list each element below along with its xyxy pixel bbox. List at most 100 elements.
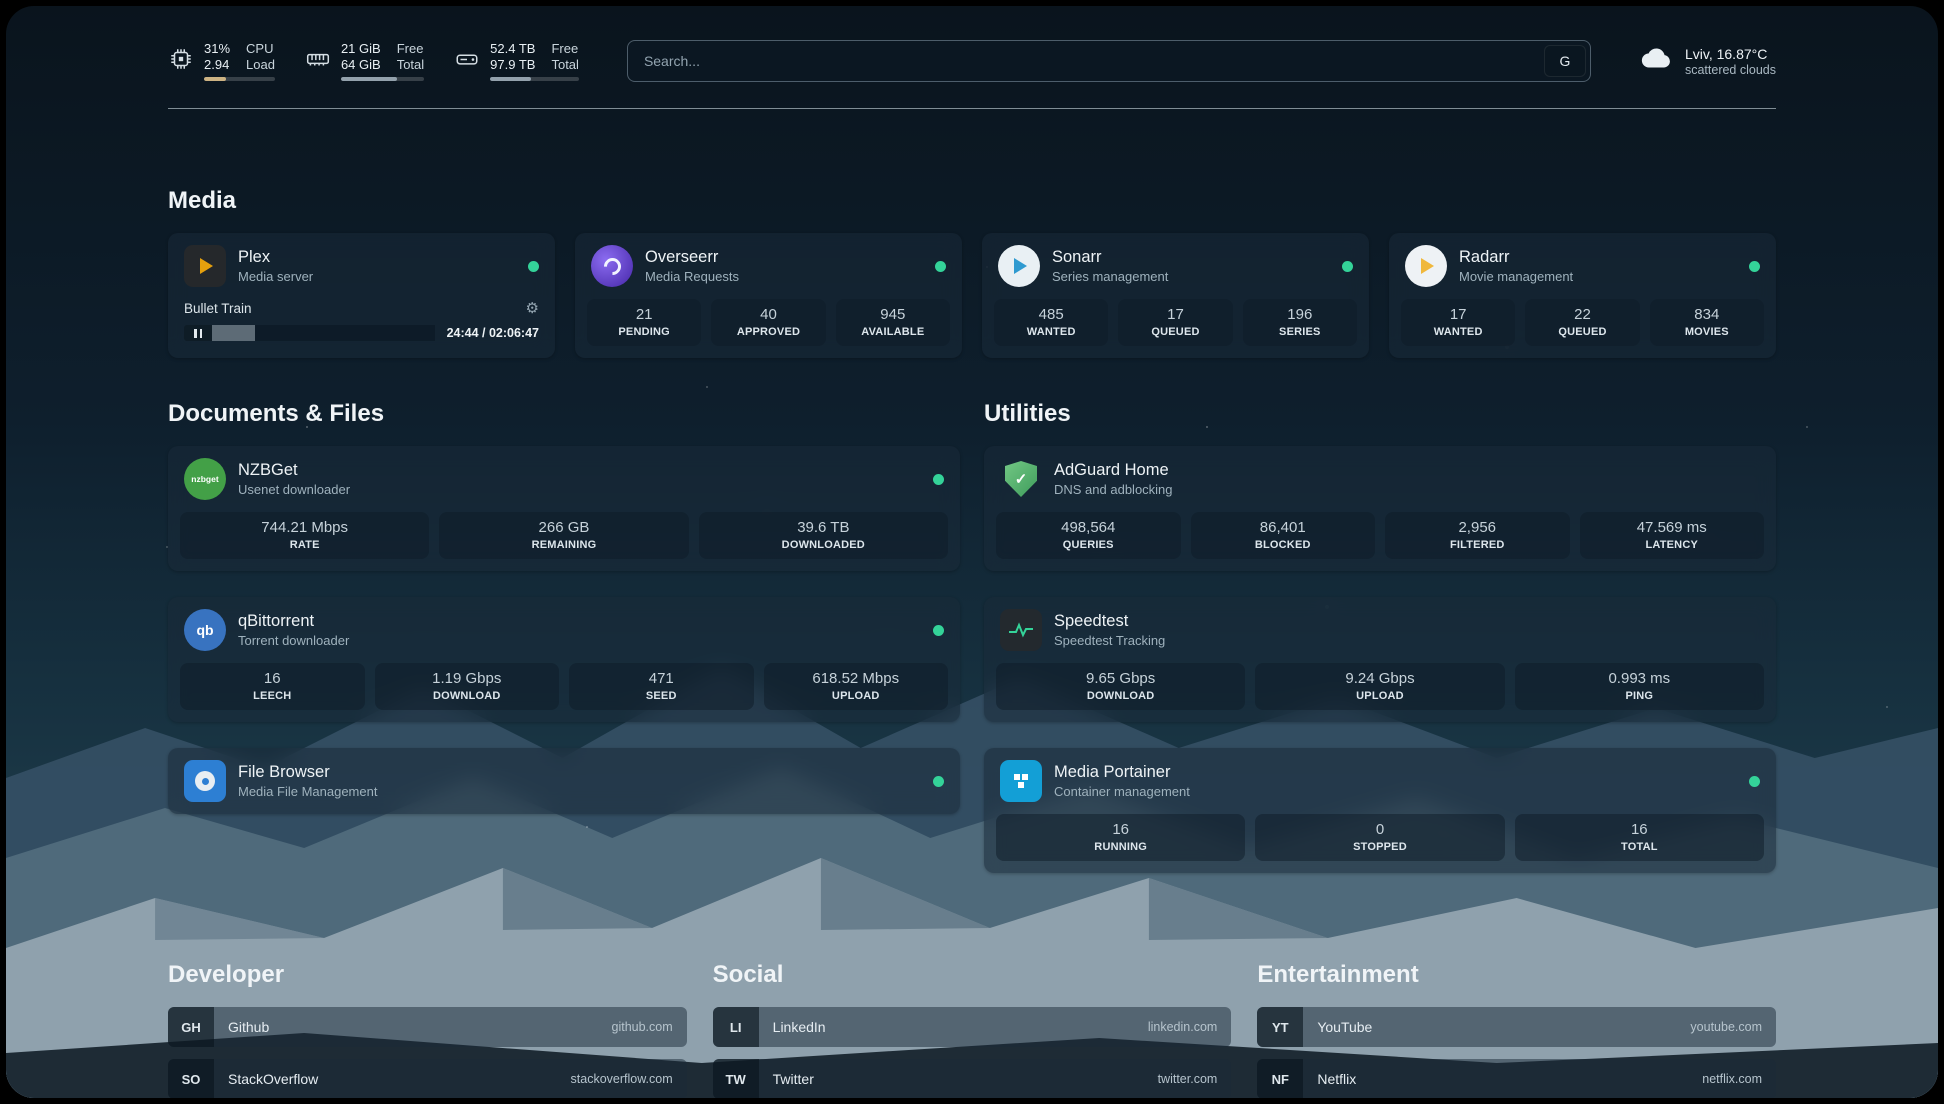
service-card-radarr[interactable]: Radarr Movie management 17 WANTED 22 QUE…	[1389, 233, 1776, 358]
documents-section-title: Documents & Files	[168, 400, 960, 428]
bookmark-linkedin[interactable]: LI LinkedIn linkedin.com	[713, 1007, 1232, 1047]
memory-icon	[305, 46, 331, 77]
bookmark-abbr: LI	[713, 1007, 759, 1047]
stat-latency: 47.569 ms LATENCY	[1580, 512, 1765, 559]
service-name: Speedtest	[1054, 612, 1165, 631]
playback-time: 24:44 / 02:06:47	[447, 326, 539, 340]
disk-total-label: Total	[551, 57, 578, 72]
disk-free: 52.4 TB	[490, 41, 535, 56]
playback-progress-bar[interactable]	[212, 325, 435, 341]
service-card-sonarr[interactable]: Sonarr Series management 485 WANTED 17 Q…	[982, 233, 1369, 358]
bookmark-name: StackOverflow	[214, 1071, 318, 1087]
service-name: Media Portainer	[1054, 763, 1190, 782]
cpu-percent: 31%	[204, 41, 230, 56]
service-name: AdGuard Home	[1054, 461, 1173, 480]
service-card-qbittorrent[interactable]: qb qBittorrent Torrent downloader 16 LEE…	[168, 597, 960, 722]
memory-widget: 21 GiB Free 64 GiB Total	[305, 41, 424, 81]
service-card-speedtest[interactable]: Speedtest Speedtest Tracking 9.65 Gbps D…	[984, 597, 1776, 722]
stat-queries: 498,564 QUERIES	[996, 512, 1181, 559]
qbittorrent-icon: qb	[184, 609, 226, 651]
service-description: Speedtest Tracking	[1054, 633, 1165, 648]
service-description: Container management	[1054, 784, 1190, 799]
service-card-adguard[interactable]: ✓ AdGuard Home DNS and adblocking 498,56…	[984, 446, 1776, 571]
stat-upload: 9.24 Gbps UPLOAD	[1255, 663, 1504, 710]
radarr-icon	[1405, 245, 1447, 287]
bookmark-domain: stackoverflow.com	[571, 1072, 687, 1086]
bookmark-domain: netflix.com	[1702, 1072, 1776, 1086]
status-dot	[1342, 261, 1353, 272]
bookmark-name: Github	[214, 1019, 269, 1035]
service-description: Media File Management	[238, 784, 377, 799]
bookmark-domain: linkedin.com	[1148, 1020, 1231, 1034]
topbar-divider	[168, 108, 1776, 109]
nzbget-icon: nzbget	[184, 458, 226, 500]
stat-wanted: 17 WANTED	[1401, 299, 1515, 346]
weather-condition: scattered clouds	[1685, 63, 1776, 77]
stat-upload: 618.52 Mbps UPLOAD	[764, 663, 949, 710]
stat-rate: 744.21 Mbps RATE	[180, 512, 429, 559]
pause-button[interactable]	[184, 325, 212, 341]
bookmark-youtube[interactable]: YT YouTube youtube.com	[1257, 1007, 1776, 1047]
service-card-nzbget[interactable]: nzbget NZBGet Usenet downloader 744.21 M…	[168, 446, 960, 571]
disk-icon	[454, 46, 480, 77]
cpu-load-label: Load	[246, 57, 275, 72]
service-name: Radarr	[1459, 248, 1573, 267]
service-card-filebrowser[interactable]: File Browser Media File Management	[168, 748, 960, 814]
gear-icon[interactable]: ⚙	[526, 299, 539, 317]
service-name: Plex	[238, 248, 313, 267]
stat-download: 1.19 Gbps DOWNLOAD	[375, 663, 560, 710]
cpu-icon	[168, 46, 194, 77]
weather-widget: Lviv, 16.87°C scattered clouds	[1639, 45, 1776, 77]
social-section-title: Social	[713, 961, 1232, 989]
search-bar: G	[627, 40, 1591, 82]
bookmark-netflix[interactable]: NF Netflix netflix.com	[1257, 1059, 1776, 1098]
cpu-load: 2.94	[204, 57, 230, 72]
status-dot	[933, 474, 944, 485]
section-media: Media Plex Media server Bullet Tra	[168, 187, 1776, 358]
service-name: qBittorrent	[238, 612, 349, 631]
now-playing-title: Bullet Train	[184, 301, 252, 316]
sonarr-icon	[998, 245, 1040, 287]
search-provider-button[interactable]: G	[1544, 45, 1586, 77]
weather-location: Lviv, 16.87°C	[1685, 46, 1776, 62]
disk-widget: 52.4 TB Free 97.9 TB Total	[454, 41, 579, 81]
service-description: Series management	[1052, 269, 1168, 284]
stat-running: 16 RUNNING	[996, 814, 1245, 861]
stat-available: 945 AVAILABLE	[836, 299, 950, 346]
memory-usage-bar	[341, 77, 424, 81]
bookmark-abbr: SO	[168, 1059, 214, 1098]
stat-wanted: 485 WANTED	[994, 299, 1108, 346]
stat-leech: 16 LEECH	[180, 663, 365, 710]
cpu-widget: 31% CPU 2.94 Load	[168, 41, 275, 81]
service-description: Media server	[238, 269, 313, 284]
bookmark-name: LinkedIn	[759, 1019, 826, 1035]
service-name: Overseerr	[645, 248, 739, 267]
bookmark-twitter[interactable]: TW Twitter twitter.com	[713, 1059, 1232, 1098]
stat-blocked: 86,401 BLOCKED	[1191, 512, 1376, 559]
memory-free: 21 GiB	[341, 41, 381, 56]
bookmark-abbr: GH	[168, 1007, 214, 1047]
resource-widgets: 31% CPU 2.94 Load	[168, 41, 579, 81]
stat-total: 16 TOTAL	[1515, 814, 1764, 861]
stat-seed: 471 SEED	[569, 663, 754, 710]
stat-downloaded: 39.6 TB DOWNLOADED	[699, 512, 948, 559]
service-card-overseerr[interactable]: Overseerr Media Requests 21 PENDING 40 A…	[575, 233, 962, 358]
stat-movies: 834 MOVIES	[1650, 299, 1764, 346]
service-card-portainer[interactable]: Media Portainer Container management 16 …	[984, 748, 1776, 873]
cpu-label: CPU	[246, 41, 275, 56]
service-description: DNS and adblocking	[1054, 482, 1173, 497]
stat-filtered: 2,956 FILTERED	[1385, 512, 1570, 559]
service-description: Torrent downloader	[238, 633, 349, 648]
search-input[interactable]	[627, 40, 1591, 82]
memory-total: 64 GiB	[341, 57, 381, 72]
section-utilities: Utilities ✓ AdGuard Home DNS and adblock…	[984, 400, 1776, 873]
memory-free-label: Free	[397, 41, 424, 56]
cpu-usage-bar	[204, 77, 275, 81]
bookmark-github[interactable]: GH Github github.com	[168, 1007, 687, 1047]
bookmark-name: Netflix	[1303, 1071, 1356, 1087]
stat-download: 9.65 Gbps DOWNLOAD	[996, 663, 1245, 710]
memory-total-label: Total	[397, 57, 424, 72]
stat-remaining: 266 GB REMAINING	[439, 512, 688, 559]
service-card-plex[interactable]: Plex Media server Bullet Train ⚙	[168, 233, 555, 358]
bookmark-stackoverflow[interactable]: SO StackOverflow stackoverflow.com	[168, 1059, 687, 1098]
